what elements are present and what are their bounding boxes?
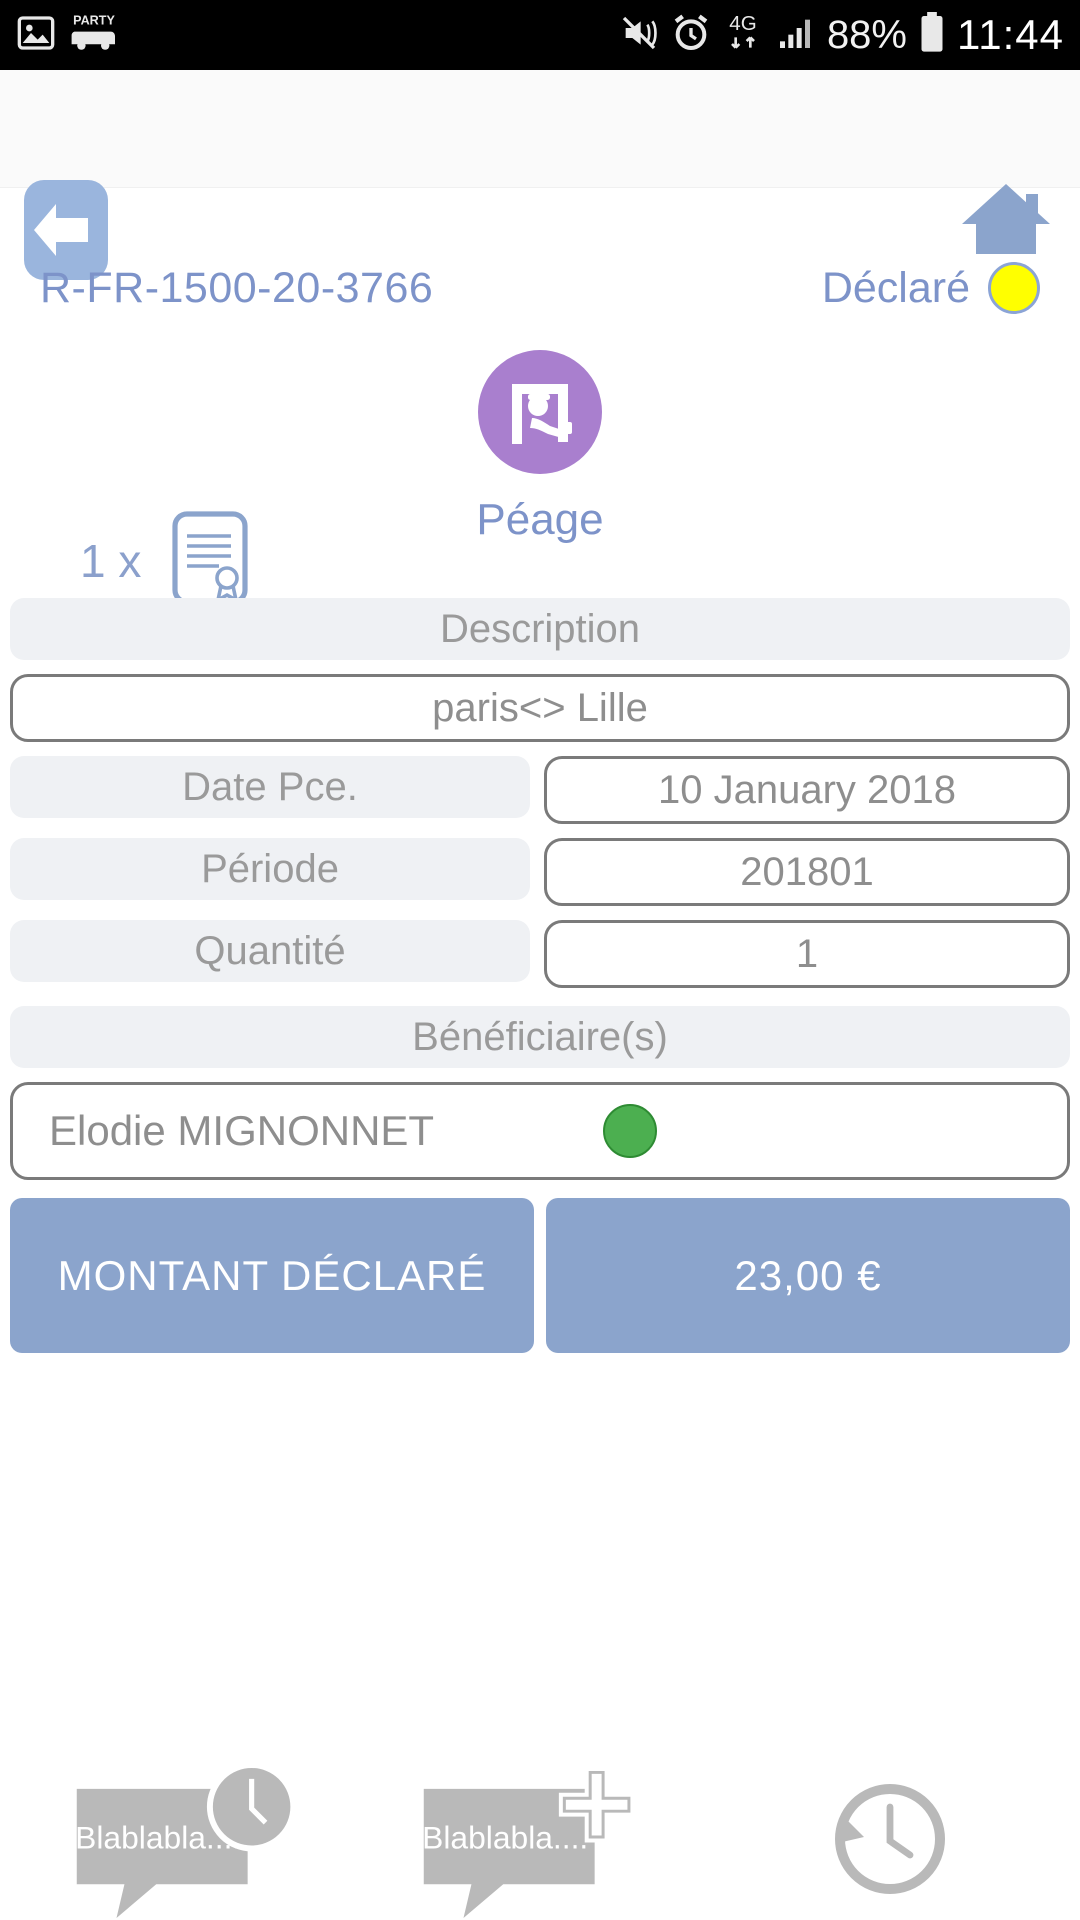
beneficiary-label-row: Bénéficiaire(s): [10, 1006, 1070, 1068]
page-content: R-FR-1500-20-3766 Déclaré Péage 1 x Desc…: [0, 70, 1080, 1918]
history-clock-icon[interactable]: [757, 1760, 1017, 1920]
description-input[interactable]: paris<> Lille: [10, 674, 1070, 742]
attachment-row[interactable]: 1 x: [80, 510, 253, 611]
attachment-quantity: 1 x: [80, 534, 142, 587]
header-band: [0, 70, 1080, 188]
date-label: Date Pce.: [10, 756, 530, 818]
battery-percent-label: 88%: [826, 12, 907, 57]
alarm-clock-icon: [671, 13, 711, 58]
quantity-input[interactable]: 1: [544, 920, 1070, 988]
beneficiary-name: Elodie MIGNONNET: [49, 1107, 435, 1154]
description-value-row[interactable]: paris<> Lille: [10, 674, 1070, 742]
status-bar: PARTY 4G 88% 11:44: [0, 0, 1080, 70]
svg-text:Blablabla....: Blablabla....: [422, 1819, 588, 1855]
clock-time-label: 11:44: [957, 11, 1064, 58]
quantity-label: Quantité: [10, 920, 530, 982]
reference-number: R-FR-1500-20-3766: [40, 263, 434, 312]
bottom-action-bar: Blablabla.... Blablabla....: [0, 1760, 1080, 1920]
signal-bars-icon: [775, 13, 815, 58]
add-comment-icon[interactable]: Blablabla....: [410, 1760, 670, 1920]
svg-text:PARTY: PARTY: [73, 13, 115, 27]
date-row: Date Pce. 10 January 2018: [10, 756, 1070, 824]
party-van-icon: PARTY: [70, 12, 118, 59]
comment-history-icon[interactable]: Blablabla....: [63, 1760, 323, 1920]
reference-row: R-FR-1500-20-3766 Déclaré: [0, 262, 1080, 314]
period-label: Période: [10, 838, 530, 900]
status-indicator-dot: [988, 262, 1040, 314]
amount-row: MONTANT DÉCLARÉ 23,00 €: [10, 1198, 1070, 1353]
beneficiary-row[interactable]: Elodie MIGNONNET: [10, 1082, 1070, 1180]
beneficiary-status-dot: [603, 1104, 657, 1158]
quantity-row: Quantité 1: [10, 920, 1070, 988]
status-badge[interactable]: Déclaré: [822, 262, 1040, 314]
beneficiary-label: Bénéficiaire(s): [10, 1006, 1070, 1068]
home-button[interactable]: [958, 180, 1054, 258]
toll-booth-icon: [478, 350, 602, 474]
date-input[interactable]: 10 January 2018: [544, 756, 1070, 824]
description-label: Description: [10, 598, 1070, 660]
status-label: Déclaré: [821, 263, 970, 312]
declared-amount-label-button[interactable]: MONTANT DÉCLARÉ: [10, 1198, 534, 1353]
detail-form: Description paris<> Lille Date Pce. 10 J…: [0, 598, 1080, 1180]
declared-amount-value-button[interactable]: 23,00 €: [546, 1198, 1070, 1353]
status-bar-right: 4G 88% 11:44: [619, 11, 1064, 60]
svg-text:4G: 4G: [729, 12, 756, 35]
period-row: Période 201801: [10, 838, 1070, 906]
image-icon: [16, 13, 56, 58]
mute-vibrate-icon: [619, 13, 659, 58]
certificate-icon[interactable]: [167, 510, 253, 611]
network-4g-icon: 4G: [723, 11, 763, 60]
period-input[interactable]: 201801: [544, 838, 1070, 906]
description-label-row: Description: [10, 598, 1070, 660]
status-bar-left: PARTY: [16, 12, 118, 59]
battery-icon: [919, 11, 945, 59]
